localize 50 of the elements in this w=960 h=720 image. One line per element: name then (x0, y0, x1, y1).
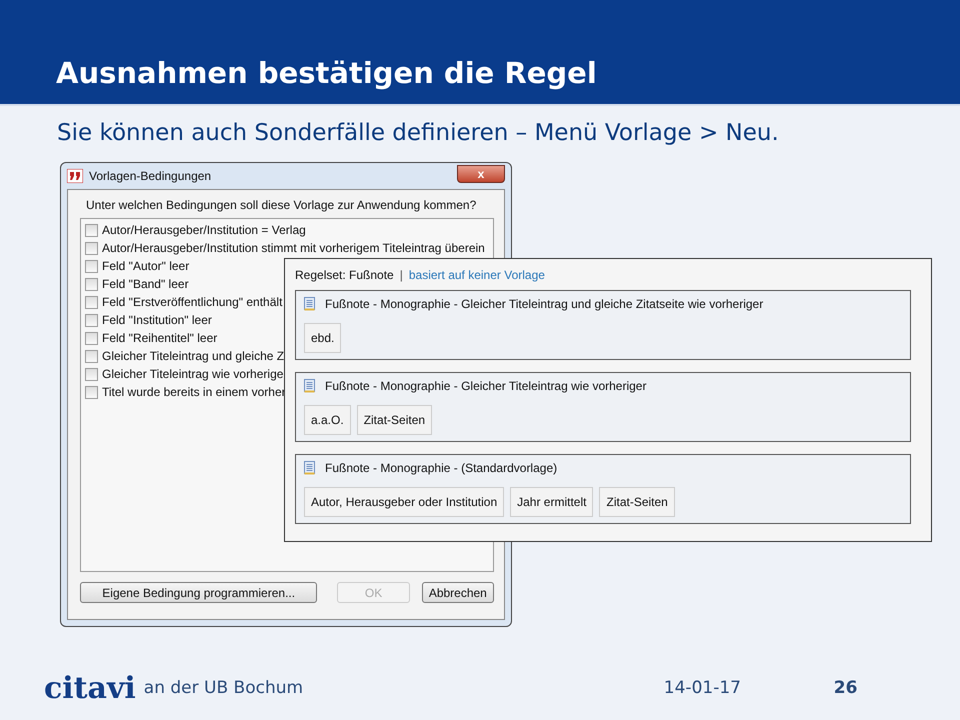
checkbox[interactable] (85, 314, 98, 326)
condition-label: Feld "Band" leer (102, 277, 189, 291)
component-chip[interactable]: Zitat-Seiten (356, 405, 432, 435)
document-icon (304, 297, 315, 311)
condition-label: Gleicher Titeleintrag und gleiche Z (102, 349, 284, 363)
template-link[interactable]: basiert auf keiner Vorlage (408, 268, 545, 282)
close-button[interactable]: x (457, 165, 505, 183)
slide-title: Ausnahmen bestätigen die Regel (56, 56, 597, 90)
ruleset-label: Regelset: Fußnote (295, 268, 394, 282)
separator: | (400, 268, 403, 282)
checkbox[interactable] (85, 296, 98, 308)
checkbox[interactable] (85, 278, 98, 290)
page-number: 26 (834, 678, 858, 698)
component-chip[interactable]: Zitat-Seiten (599, 487, 675, 517)
organization-text: an der UB Bochum (144, 678, 304, 698)
template-title: Fußnote - Monographie - (Standardvorlage) (325, 461, 558, 475)
checkbox[interactable] (85, 350, 98, 362)
checkbox[interactable] (85, 242, 98, 254)
template-card[interactable]: Fußnote - Monographie - Gleicher Titeleintrag wie vorheriger a.a.O. Zitat-Seiten (295, 372, 911, 442)
checkbox[interactable] (85, 224, 98, 236)
template-title: Fußnote - Monographie - Gleicher Titeleintrag und gleiche Zitatseite wie vorheriger (325, 297, 764, 311)
template-title: Fußnote - Monographie - Gleicher Titeleintrag wie vorheriger (325, 379, 646, 393)
condition-label: Feld "Autor" leer (102, 259, 190, 273)
condition-label: Gleicher Titeleintrag wie vorherige (102, 367, 284, 381)
condition-label: Titel wurde bereits in einem vorher (102, 385, 286, 399)
condition-label: Autor/Herausgeber/Institution = Verlag (102, 223, 306, 237)
condition-label: Feld "Reihentitel" leer (102, 331, 218, 345)
component-chip[interactable]: Jahr ermittelt (510, 487, 594, 517)
slide-subtitle: Sie können auch Sonderfälle definieren – Menü Vorlage > Neu. (57, 120, 780, 146)
condition-label: Feld "Institution" leer (102, 313, 212, 327)
checkbox[interactable] (85, 368, 98, 380)
question-text: Unter welchen Bedingungen soll diese Vorlage zur Anwendung kommen? (86, 198, 478, 212)
template-card[interactable]: Fußnote - Monographie - Gleicher Titeleintrag und gleiche Zitatseite wie vorheriger ebd. (295, 290, 911, 360)
checkbox[interactable] (85, 260, 98, 272)
logo: citavi (44, 670, 136, 706)
checkbox[interactable] (85, 386, 98, 398)
document-icon (304, 379, 315, 393)
quote-icon (67, 169, 83, 183)
condition-label: Autor/Herausgeber/Institution stimmt mit vorherigem Titeleintrag überein (102, 241, 485, 255)
component-chip[interactable]: ebd. (304, 323, 342, 353)
template-card[interactable]: Fußnote - Monographie - (Standardvorlage) Autor, Herausgeber oder Institution Jahr ermittelt Zitat-Seiten (295, 454, 911, 524)
condition-label: Feld "Erstveröffentlichung" enthält (102, 295, 282, 309)
dialog-button[interactable]: Abbrechen (422, 582, 494, 603)
component-chip[interactable]: Autor, Herausgeber oder Institution (304, 487, 504, 517)
dialog-button[interactable]: Eigene Bedingung programmieren... (80, 582, 318, 603)
window-title: Vorlagen-Bedingungen (89, 169, 212, 183)
document-icon (304, 461, 315, 475)
date-text: 14-01-17 (664, 678, 742, 698)
checkbox[interactable] (85, 332, 98, 344)
component-chip[interactable]: a.a.O. (304, 405, 351, 435)
